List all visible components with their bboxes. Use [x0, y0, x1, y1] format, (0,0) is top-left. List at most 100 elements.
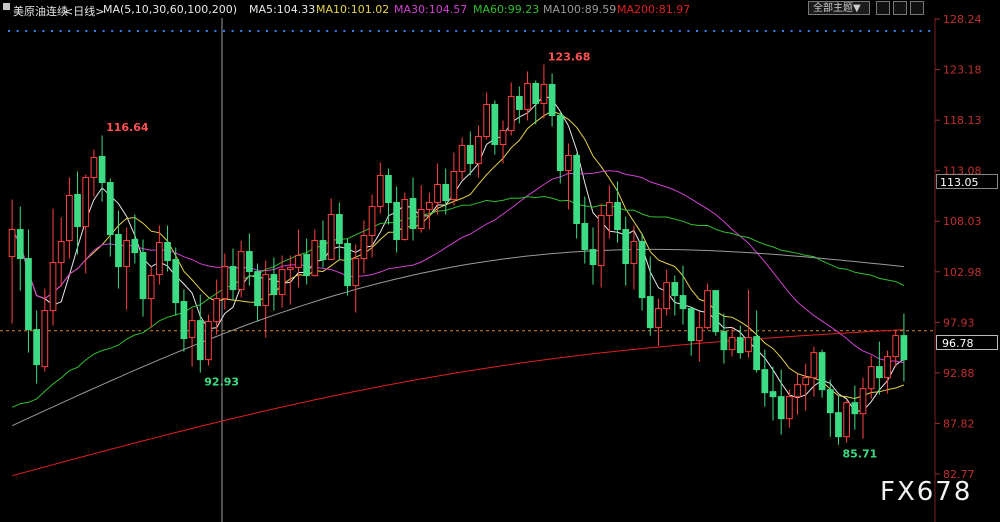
candle-body: [646, 296, 654, 329]
candle: [859, 377, 867, 439]
candle: [524, 71, 531, 121]
extreme-price-annotation: 85.71: [842, 448, 877, 461]
candle-body: [507, 95, 515, 131]
candle: [327, 198, 335, 261]
candle: [646, 256, 654, 336]
candle-body: [589, 249, 597, 266]
candle: [589, 227, 597, 285]
candle-body: [466, 144, 474, 164]
candle: [352, 244, 360, 313]
candle-body: [278, 269, 286, 296]
candle: [368, 194, 376, 258]
candle-body: [401, 199, 409, 241]
candle-body: [671, 282, 679, 297]
candle-body: [499, 129, 507, 145]
candle: [712, 290, 720, 336]
price-tick-label: 118.13: [943, 114, 982, 127]
candle-body: [327, 214, 335, 261]
candle: [229, 248, 237, 300]
candle-body: [597, 215, 605, 267]
candle-body: [581, 223, 589, 251]
candle-body: [115, 234, 122, 268]
candle: [679, 265, 687, 325]
candle-body: [745, 337, 752, 353]
candle: [221, 253, 229, 310]
candle: [704, 283, 711, 330]
candle-body: [131, 239, 139, 254]
candle-body: [851, 402, 859, 415]
candle-body: [622, 229, 630, 265]
candle-body: [638, 241, 646, 299]
candle-body: [237, 251, 245, 291]
candle-body: [41, 310, 49, 368]
candle-body: [524, 82, 531, 110]
candle: [188, 308, 196, 367]
price-tick-label: 92.88: [943, 367, 975, 380]
extreme-price-annotation: 92.93: [204, 375, 239, 388]
candle-body: [147, 275, 155, 300]
candle: [205, 314, 212, 366]
candle-body: [606, 202, 613, 217]
candle: [450, 152, 458, 206]
ma60-line: [11, 195, 905, 408]
candle: [843, 400, 850, 443]
candle-body: [98, 155, 106, 184]
candle-body: [720, 331, 728, 351]
candle: [66, 177, 73, 259]
candle: [49, 208, 57, 326]
candle-body: [246, 251, 253, 273]
candle: [196, 294, 204, 373]
candle: [696, 311, 703, 362]
candle: [876, 341, 883, 395]
candle: [409, 177, 417, 241]
candle: [540, 64, 548, 119]
candle: [622, 216, 630, 286]
candle: [8, 199, 16, 324]
candle: [597, 203, 605, 288]
candle: [745, 289, 752, 358]
candle: [33, 310, 41, 384]
candle: [57, 217, 65, 287]
candle-body: [565, 154, 572, 171]
candle: [180, 289, 188, 352]
candle: [237, 240, 245, 298]
candle: [254, 263, 261, 322]
candle: [565, 143, 572, 210]
candle-body: [475, 135, 482, 164]
candle-body: [82, 177, 90, 228]
candle-body: [696, 327, 703, 342]
candle-body: [74, 194, 81, 228]
candle: [638, 233, 646, 311]
candle: [663, 269, 670, 316]
candle-body: [614, 202, 621, 231]
extreme-price-annotation: 123.68: [548, 51, 590, 64]
candle-body: [434, 184, 441, 204]
candle-body: [8, 229, 16, 258]
candle-body: [229, 266, 237, 291]
candle-body: [876, 366, 883, 379]
candlestick-chart[interactable]: 116.64 92.93 123.68 85.71 128.24 123.18 118.1…: [0, 0, 1000, 522]
candle: [336, 202, 343, 260]
candle-body: [213, 298, 220, 323]
candle: [82, 174, 90, 274]
candle: [769, 366, 777, 421]
candle-body: [679, 295, 687, 310]
candle-body: [859, 388, 867, 415]
candle-body: [794, 384, 801, 398]
candle-body: [319, 240, 327, 261]
candle-body: [123, 240, 131, 268]
candle: [115, 210, 122, 289]
candle-body: [802, 377, 810, 386]
candle-body: [368, 206, 376, 237]
candle: [90, 149, 98, 197]
candle-body: [106, 182, 114, 236]
candle: [655, 298, 662, 346]
candle: [442, 168, 450, 215]
fx678-watermark: FX678: [880, 477, 973, 507]
candle-body: [556, 114, 564, 171]
candle-body: [810, 352, 818, 379]
candle: [344, 238, 351, 296]
candle-body: [818, 352, 826, 391]
candle-body: [736, 337, 744, 354]
candle: [131, 214, 139, 264]
